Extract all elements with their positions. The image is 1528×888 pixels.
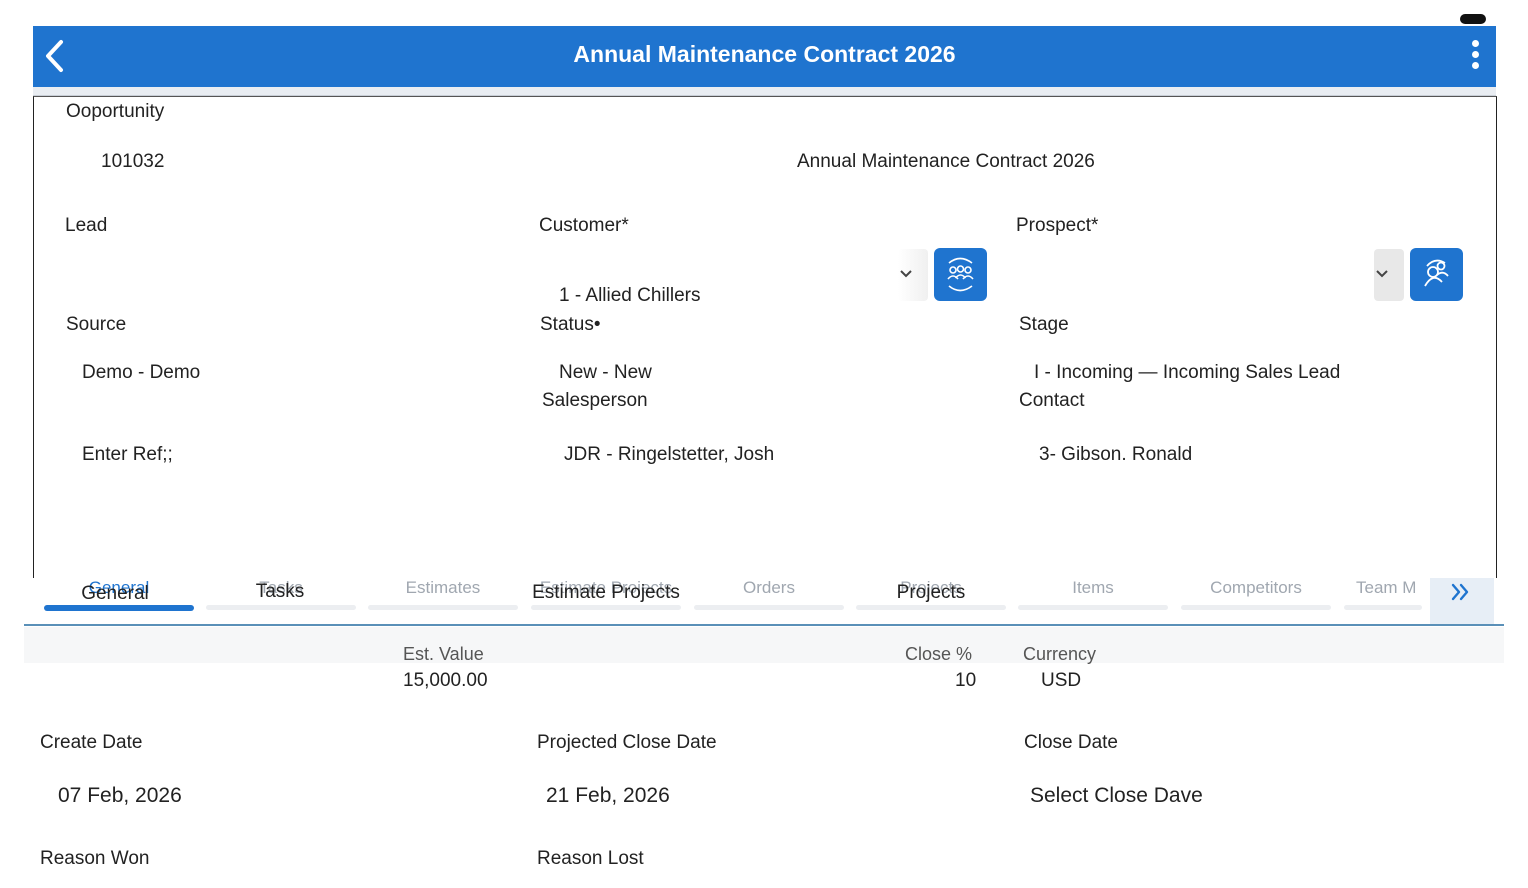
currency-select[interactable]: USD [1041,670,1081,692]
projected-close-date-picker[interactable]: 21 Feb, 2026 [546,784,670,808]
prospect-lookup-button[interactable] [1410,248,1463,301]
opportunity-number[interactable]: 101032 [101,151,164,173]
more-menu-button[interactable] [1462,36,1488,76]
stage-label: Stage [1019,314,1069,335]
chevron-down-icon[interactable] [898,266,914,287]
tab-team-members[interactable]: Team M [1344,578,1422,616]
tab-orders[interactable]: Orders [694,578,844,616]
prospect-label: Prospect* [1016,215,1099,236]
est-value-input[interactable]: 15,000.00 [403,670,488,692]
close-percent-label: Close % [905,644,973,664]
tab-bar-divider [24,624,1504,626]
customer-label: Customer* [539,215,629,236]
reference-input[interactable]: Enter Ref;; [82,444,173,466]
tab-items[interactable]: Items [1018,578,1168,616]
page-title: Annual Maintenance Contract 2026 [573,41,956,67]
chevron-down-icon[interactable] [1374,266,1390,287]
tab-tasks[interactable]: Tasks Tasks [206,578,356,616]
source-label: Source [66,314,127,335]
tab-estimate-projects[interactable]: Estimate Projects Estimate Projects [531,578,681,616]
customer-select[interactable]: 1 - Allied Chillers [559,285,701,307]
currency-label: Currency [1023,644,1097,664]
create-date-label: Create Date [40,732,143,753]
customer-group-icon [947,257,974,292]
close-date-label: Close Date [1024,732,1118,753]
app-header: Annual Maintenance Contract 2026 [33,26,1496,87]
header-divider [33,87,1496,96]
tab-estimates[interactable]: Estimates [368,578,518,616]
tab-projects[interactable]: Projects Projects [856,578,1006,616]
close-percent-input[interactable]: 10 [955,670,976,692]
value-header-band [24,627,1504,663]
status-label: Status• [540,314,601,335]
opportunity-name[interactable]: Annual Maintenance Contract 2026 [797,151,1095,173]
opportunity-panel [33,96,1497,579]
opportunity-label: Ooportunity [66,101,165,122]
stage-select[interactable]: I - Incoming — Incoming Sales Lead [1034,362,1340,384]
more-tabs-button[interactable] [1430,578,1494,624]
contact-label: Contact [1019,390,1085,411]
double-chevron-right-icon [1451,583,1469,601]
tab-general[interactable]: General General [44,578,194,616]
reason-lost-label: Reason Lost [537,848,644,869]
est-value-label: Est. Value [403,644,484,664]
prospect-icon [1424,259,1449,287]
salesperson-label: Salesperson [542,390,648,411]
source-select[interactable]: Demo - Demo [82,362,200,384]
tab-competitors[interactable]: Competitors [1181,578,1331,616]
device-notch [1460,14,1486,24]
contact-select[interactable]: 3- Gibson. Ronald [1039,444,1192,466]
customer-lookup-button[interactable] [934,248,987,301]
salesperson-select[interactable]: JDR - Ringelstetter, Josh [564,444,774,466]
create-date-picker[interactable]: 07 Feb, 2026 [58,784,182,808]
kebab-menu-icon [1462,40,1488,69]
reason-won-label: Reason Won [40,848,150,869]
status-select[interactable]: New - New [559,362,652,384]
projected-close-date-label: Projected Close Date [537,732,717,753]
close-date-picker[interactable]: Select Close Dave [1030,784,1203,808]
lead-label: Lead [65,215,108,236]
